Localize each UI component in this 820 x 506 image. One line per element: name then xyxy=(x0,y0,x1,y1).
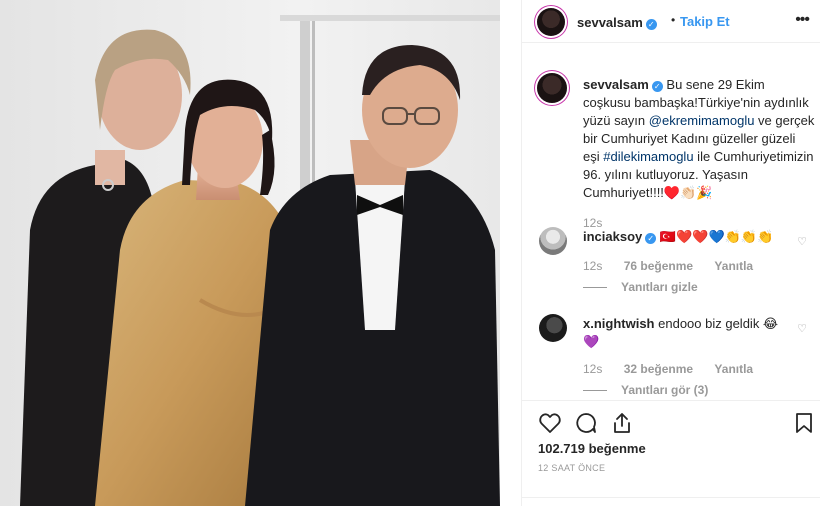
verified-badge-icon: ✓ xyxy=(645,233,657,244)
comment-like-heart-icon[interactable]: ♡ xyxy=(797,322,807,335)
author-username[interactable]: sevvalsam xyxy=(577,15,643,30)
comment-username[interactable]: x.nightwish xyxy=(583,316,655,331)
post-timestamp[interactable]: 12 SAAT ÖNCE xyxy=(538,463,605,473)
save-bookmark-icon[interactable] xyxy=(792,411,816,435)
author-avatar[interactable] xyxy=(537,8,565,36)
author-username-row[interactable]: sevvalsam ✓ xyxy=(577,14,657,32)
share-icon[interactable] xyxy=(610,411,634,435)
comment-meta: 12s 76 beğenme Yanıtla xyxy=(583,259,771,273)
toggle-replies-button[interactable]: Yanıtları gör (3) xyxy=(583,383,708,397)
more-options-icon[interactable]: ••• xyxy=(795,11,810,29)
caption-author-avatar[interactable] xyxy=(537,73,567,103)
post-photo[interactable] xyxy=(0,0,521,506)
post-image xyxy=(0,0,521,506)
reply-button[interactable]: Yanıtla xyxy=(714,259,753,273)
post-actions: 102.719 beğenme 12 SAAT ÖNCE xyxy=(522,400,820,506)
comments-list[interactable]: sevvalsam ✓ Bu sene 29 Ekim coşkusu bamba… xyxy=(522,60,820,400)
reply-button[interactable]: Yanıtla xyxy=(714,362,753,376)
comment-bubble-icon[interactable] xyxy=(574,411,598,435)
separator-dot: • xyxy=(671,13,676,27)
post-likes-count[interactable]: 102.719 beğenme xyxy=(538,441,646,456)
commenter-avatar[interactable] xyxy=(539,314,567,342)
comment-like-heart-icon[interactable]: ♡ xyxy=(797,235,807,248)
comment-item: x.nightwish endooo biz geldik 😂💜 xyxy=(583,315,783,351)
comment-meta: 12s 32 beğenme Yanıtla xyxy=(583,362,771,376)
post-header: sevvalsam ✓ • Takip Et ••• xyxy=(522,0,820,43)
comment-item: inciaksoy ✓ 🇹🇷❤️❤️💙👏👏👏 xyxy=(583,228,783,246)
hashtag-link[interactable]: #dilekimamoglu xyxy=(603,149,693,164)
verified-badge-icon: ✓ xyxy=(645,19,657,30)
post-caption: sevvalsam ✓ Bu sene 29 Ekim coşkusu bamba… xyxy=(583,76,815,232)
comment-likes-count[interactable]: 32 beğenme xyxy=(624,362,693,376)
comment-time[interactable]: 12s xyxy=(583,259,602,273)
comment-time[interactable]: 12s xyxy=(583,362,602,376)
like-heart-icon[interactable] xyxy=(538,411,562,435)
add-comment-area[interactable] xyxy=(522,497,820,506)
follow-button[interactable]: Takip Et xyxy=(680,14,730,29)
comment-username[interactable]: inciaksoy xyxy=(583,229,642,244)
comment-likes-count[interactable]: 76 beğenme xyxy=(624,259,693,273)
mention-link[interactable]: @ekremimamoglu xyxy=(649,113,755,128)
commenter-avatar[interactable] xyxy=(539,227,567,255)
post-detail-panel: sevvalsam ✓ • Takip Et ••• sevvalsam ✓ Bu … xyxy=(521,0,820,506)
comment-text: 🇹🇷❤️❤️💙👏👏👏 xyxy=(659,229,774,244)
toggle-replies-button[interactable]: Yanıtları gizle xyxy=(583,280,698,294)
verified-badge-icon: ✓ xyxy=(651,81,663,92)
caption-username[interactable]: sevvalsam xyxy=(583,77,649,92)
